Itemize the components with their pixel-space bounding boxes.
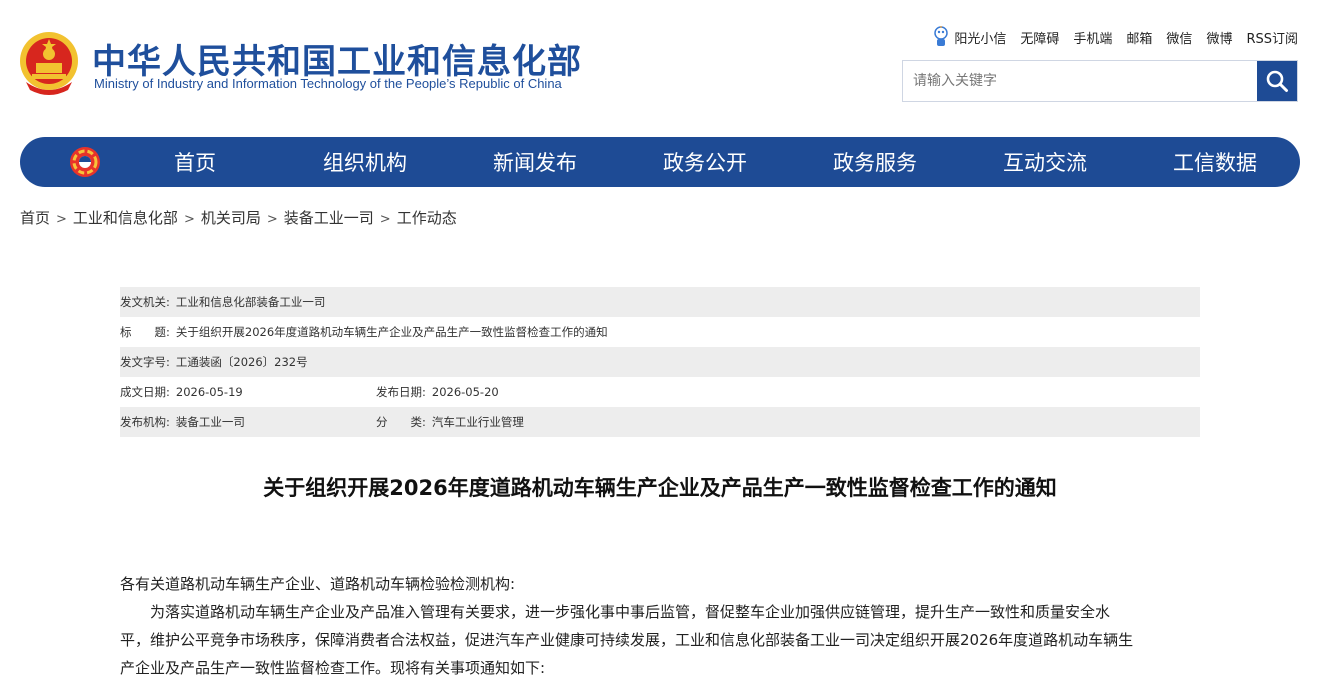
breadcrumb-separator: >	[56, 212, 67, 227]
meta-published-label: 发布日期:	[376, 385, 426, 399]
search-input[interactable]	[903, 61, 1257, 101]
miit-logo-icon[interactable]	[68, 145, 102, 179]
document-body: 各有关道路机动车辆生产企业、道路机动车辆检验检测机构: 为落实道路机动车辆生产企…	[120, 570, 1200, 682]
meta-row-dates: 成文日期: 2026-05-19 发布日期: 2026-05-20	[120, 377, 1200, 407]
paragraph-line: 产企业及产品生产一致性监督检查工作。现将有关事项通知如下:	[120, 659, 546, 677]
paragraph-line: 为落实道路机动车辆生产企业及产品准入管理有关要求，进一步强化事中事后监管，督促整…	[150, 603, 1111, 621]
breadcrumb-home[interactable]: 首页	[20, 209, 50, 227]
nav-item-data[interactable]: 工信数据	[1130, 147, 1300, 177]
toplink-wechat[interactable]: 微信	[1166, 28, 1192, 47]
top-links: 阳光小信 无障碍 手机端 邮箱 微信 微博 RSS订阅	[933, 26, 1298, 48]
main-nav: 首页 组织机构 新闻发布 政务公开 政务服务 互动交流 工信数据	[20, 137, 1300, 187]
meta-org-label: 发布机构:	[120, 415, 170, 429]
nav-item-news[interactable]: 新闻发布	[450, 147, 620, 177]
nav-item-government-affairs[interactable]: 政务公开	[620, 147, 790, 177]
toplink-label: 阳光小信	[954, 31, 1007, 47]
meta-docno-value: 工通装函〔2026〕232号	[175, 355, 308, 369]
breadcrumb-departments[interactable]: 机关司局	[201, 209, 261, 227]
meta-created-label: 成文日期:	[120, 385, 170, 399]
toplink-sunshine[interactable]: 阳光小信	[933, 26, 1006, 48]
search-box	[902, 60, 1298, 102]
nav-item-organization[interactable]: 组织机构	[280, 147, 450, 177]
meta-category-value: 汽车工业行业管理	[431, 415, 524, 429]
salutation: 各有关道路机动车辆生产企业、道路机动车辆检验检测机构:	[120, 575, 516, 593]
site-header: 中华人民共和国工业和信息化部 Ministry of Industry and …	[0, 0, 1320, 130]
document-title: 关于组织开展2026年度道路机动车辆生产企业及产品生产一致性监督检查工作的通知	[263, 476, 1057, 500]
meta-title-label: 标 题:	[120, 325, 170, 339]
breadcrumb-separator: >	[183, 212, 195, 227]
toplink-rss[interactable]: RSS订阅	[1246, 28, 1298, 47]
site-subtitle: Ministry of Industry and Information Tec…	[94, 76, 562, 91]
meta-category-label: 分 类:	[376, 415, 426, 429]
breadcrumb-ministry[interactable]: 工业和信息化部	[73, 209, 178, 227]
meta-row-title: 标 题: 关于组织开展2026年度道路机动车辆生产企业及产品生产一致性监督检查工作…	[120, 317, 1200, 347]
toplink-weibo[interactable]: 微博	[1206, 28, 1232, 47]
nav-item-home[interactable]: 首页	[110, 147, 280, 177]
breadcrumb: 首页 > 工业和信息化部 > 机关司局 > 装备工业一司 > 工作动态	[20, 207, 457, 228]
breadcrumb-equipment-dept[interactable]: 装备工业一司	[284, 209, 374, 227]
breadcrumb-work-updates[interactable]: 工作动态	[397, 209, 457, 227]
meta-row-issuer: 发文机关: 工业和信息化部装备工业一司	[120, 287, 1200, 317]
meta-row-docno: 发文字号: 工通装函〔2026〕232号	[120, 347, 1200, 377]
breadcrumb-separator: >	[266, 212, 278, 227]
meta-created-value: 2026-05-19	[175, 385, 243, 399]
paragraph-line: 平，维护公平竞争市场秩序，保障消费者合法权益，促进汽车产业健康可持续发展，工业和…	[120, 631, 1134, 649]
meta-org-value: 装备工业一司	[175, 415, 245, 429]
nav-list: 首页 组织机构 新闻发布 政务公开 政务服务 互动交流 工信数据	[110, 137, 1300, 187]
meta-issuer-label: 发文机关:	[120, 295, 170, 309]
breadcrumb-separator: >	[379, 212, 391, 227]
meta-issuer-value: 工业和信息化部装备工业一司	[175, 295, 326, 309]
nav-item-interaction[interactable]: 互动交流	[960, 147, 1130, 177]
meta-title-value: 关于组织开展2026年度道路机动车辆生产企业及产品生产一致性监督检查工作的通知	[175, 325, 608, 339]
meta-docno-label: 发文字号:	[120, 355, 170, 369]
search-icon	[1266, 70, 1288, 92]
meta-published-value: 2026-05-20	[431, 385, 499, 399]
search-button[interactable]	[1257, 61, 1297, 101]
toplink-mobile[interactable]: 手机端	[1073, 28, 1112, 47]
robot-icon	[934, 26, 949, 46]
national-emblem-icon[interactable]	[18, 30, 80, 96]
toplink-accessibility[interactable]: 无障碍	[1020, 28, 1059, 47]
document-metadata: 发文机关: 工业和信息化部装备工业一司 标 题: 关于组织开展2026年度道路机动车…	[120, 287, 1200, 437]
nav-item-services[interactable]: 政务服务	[790, 147, 960, 177]
toplink-mail[interactable]: 邮箱	[1126, 28, 1152, 47]
meta-row-org: 发布机构: 装备工业一司 分 类: 汽车工业行业管理	[120, 407, 1200, 437]
